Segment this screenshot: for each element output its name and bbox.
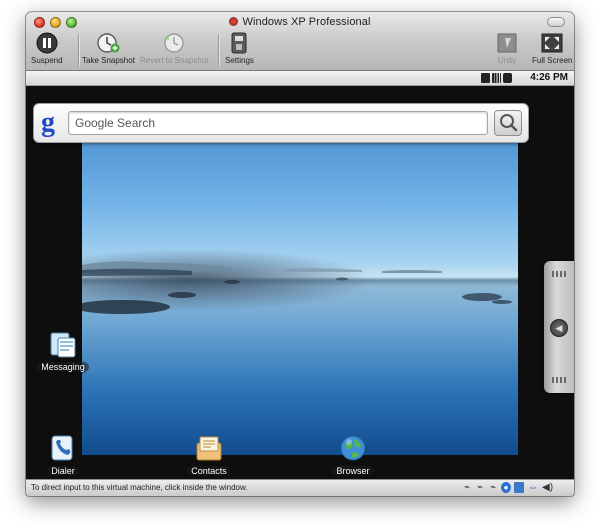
battery-icon [503, 73, 512, 83]
full-screen-label: Full Screen [532, 56, 573, 65]
window-title: Windows XP Professional [242, 16, 371, 28]
contacts-icon [194, 433, 224, 463]
settings-switch-icon [227, 32, 251, 54]
status-icons [481, 73, 512, 83]
drawer-arrow-icon: ◀ [550, 319, 568, 337]
input-hint-text: To direct input to this virtual machine,… [31, 483, 248, 492]
app-messaging[interactable]: Messaging [28, 329, 98, 372]
globe-icon [338, 433, 368, 463]
network-icon[interactable]: ⇔ [528, 482, 538, 493]
dialer-icon [48, 433, 78, 463]
messaging-icon [48, 329, 78, 359]
grip-lines-icon [552, 377, 566, 383]
messaging-label: Messaging [37, 362, 89, 372]
wallpaper [82, 137, 518, 455]
app-browser[interactable]: Browser [318, 433, 388, 476]
suspend-label: Suspend [31, 56, 63, 65]
dialer-label: Dialer [47, 466, 79, 476]
toolbar-divider [78, 34, 79, 66]
toolbar-divider [218, 34, 219, 66]
google-search-widget[interactable]: g Google Search [33, 103, 529, 143]
vm-window: Windows XP Professional Suspend Take Sna… [26, 12, 574, 496]
android-screen[interactable]: 4:26 PM g Google Search ◀ Messaging Dial… [26, 71, 574, 479]
cd-drive-icon[interactable]: ● [501, 482, 511, 493]
app-drawer-handle[interactable]: ◀ [544, 261, 574, 393]
suspend-button[interactable]: Suspend [31, 32, 63, 65]
contacts-label: Contacts [187, 466, 231, 476]
window-title-wrap: Windows XP Professional [26, 16, 574, 28]
vm-status-bar: To direct input to this virtual machine,… [26, 479, 574, 496]
data-transfer-icon [481, 73, 490, 83]
usb-device-icon[interactable]: ⌁ [462, 482, 472, 493]
search-button[interactable] [494, 110, 522, 136]
status-time: 4:26 PM [530, 72, 568, 83]
vm-icon [229, 17, 239, 26]
title-bar[interactable]: Windows XP Professional Suspend Take Sna… [26, 12, 574, 71]
sound-icon[interactable]: ◀) [542, 482, 553, 493]
unity-button[interactable]: Unity [495, 32, 519, 65]
google-search-input[interactable]: Google Search [68, 111, 488, 135]
revert-snapshot-button[interactable]: Revert to Snapshot [140, 32, 208, 65]
full-screen-button[interactable]: Full Screen [532, 32, 572, 65]
google-logo: g [41, 107, 55, 138]
android-status-bar: 4:26 PM [26, 71, 574, 86]
browser-label: Browser [332, 466, 374, 476]
usb-device-icon[interactable]: ⌁ [488, 482, 498, 493]
pause-icon [35, 32, 59, 54]
revert-snapshot-label: Revert to Snapshot [140, 56, 209, 65]
app-dialer[interactable]: Dialer [28, 433, 98, 476]
take-snapshot-label: Take Snapshot [82, 56, 135, 65]
full-screen-icon [540, 32, 564, 54]
signal-bars-icon [492, 73, 501, 83]
unity-icon [495, 32, 519, 54]
snapshot-clock-icon [96, 32, 120, 54]
settings-button[interactable]: Settings [225, 32, 254, 65]
settings-label: Settings [225, 56, 254, 65]
revert-clock-icon [162, 32, 186, 54]
take-snapshot-button[interactable]: Take Snapshot [82, 32, 135, 65]
unity-label: Unity [497, 56, 517, 65]
hard-disk-icon[interactable] [514, 482, 524, 493]
grip-lines-icon [552, 271, 566, 277]
app-contacts[interactable]: Contacts [174, 433, 244, 476]
usb-device-icon[interactable]: ⌁ [475, 482, 485, 493]
magnifier-icon [500, 114, 518, 132]
